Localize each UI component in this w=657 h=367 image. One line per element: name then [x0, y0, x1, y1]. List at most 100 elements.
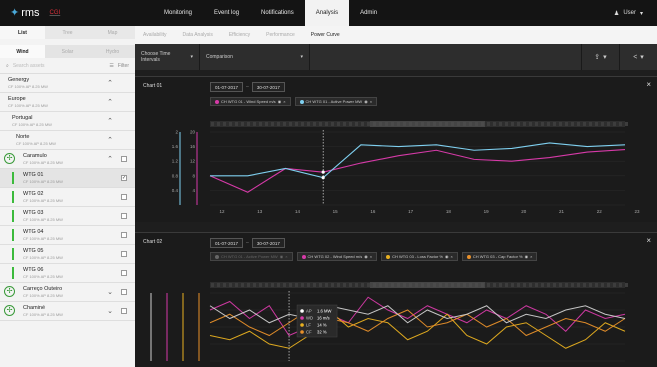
navigator-tick: [571, 122, 574, 126]
navigator-tick: [505, 283, 508, 287]
tab-wind[interactable]: Wind: [0, 45, 45, 58]
x-tick-label: 19: [484, 209, 490, 214]
nav-admin[interactable]: Admin: [349, 0, 388, 26]
tree-item[interactable]: ✢ Carreço Outeiro CF 100% AP 8.25 MW ⌄: [0, 283, 135, 302]
navigator-tick: [619, 122, 622, 126]
select-checkbox[interactable]: [121, 308, 127, 314]
navigator-tick: [313, 122, 316, 126]
navigator-tick: [529, 122, 532, 126]
navigator-tick: [265, 283, 268, 287]
chevron-down-icon[interactable]: ⌄: [107, 307, 113, 315]
navigator-tick: [259, 122, 262, 126]
chevron-up-icon[interactable]: ⌃: [107, 155, 113, 163]
tree-item[interactable]: WTG 06 CF 100% AP 8.25 MW: [0, 264, 135, 283]
select-checkbox[interactable]: [121, 289, 127, 295]
y-tick-label: 1.2: [172, 159, 179, 164]
chevron-up-icon[interactable]: ⌃: [107, 98, 113, 106]
tab-map[interactable]: Map: [90, 26, 135, 39]
nav-monitoring[interactable]: Monitoring: [153, 0, 203, 26]
navigator-tick: [349, 122, 352, 126]
tree-item[interactable]: WTG 05 CF 100% AP 8.25 MW: [0, 245, 135, 264]
navigator-tick: [541, 122, 544, 126]
user-menu[interactable]: ♟ User ▾: [614, 0, 643, 26]
y-tick-label: 8: [192, 173, 195, 178]
chevron-up-icon[interactable]: ⌃: [107, 79, 113, 87]
search-input[interactable]: Search assets: [13, 63, 106, 69]
view-tabs: List Tree Map: [0, 26, 135, 39]
select-checkbox[interactable]: [121, 232, 127, 238]
tree-item[interactable]: ✢ Caramulo CF 100% AP 8.25 MW ⌃: [0, 150, 135, 169]
export-button[interactable]: ⇪ ▾: [581, 44, 619, 70]
navigator-tick: [343, 283, 346, 287]
navigator-tick: [535, 122, 538, 126]
navigator-tick: [331, 283, 334, 287]
tooltip-key: CF: [306, 330, 312, 335]
navigator-tick: [223, 122, 226, 126]
filter-icon[interactable]: ☰: [109, 63, 113, 69]
tab-hydro[interactable]: Hydro: [90, 45, 135, 58]
tooltip-value: 14 %: [317, 323, 327, 328]
navigator-tick: [547, 283, 550, 287]
navigator-tick: [343, 122, 346, 126]
share-button[interactable]: < ▾: [619, 44, 657, 70]
navigator-tick: [301, 283, 304, 287]
tab-tree[interactable]: Tree: [45, 26, 90, 39]
chevron-up-icon[interactable]: ⌃: [107, 136, 113, 144]
tree-item[interactable]: Portugal CF 100% AP 8.25 MW ⌃: [0, 112, 135, 131]
y-tick-label: 1.6: [172, 144, 179, 149]
tree-item[interactable]: Genergy CF 100% AP 8.25 MW ⌃: [0, 74, 135, 93]
select-checkbox[interactable]: [121, 213, 127, 219]
navigator-tick: [607, 122, 610, 126]
tree-item-meta: CF 100% AP 8.25 MW: [23, 179, 63, 184]
select-checkbox[interactable]: ✓: [121, 175, 127, 181]
asset-search[interactable]: ⌕ Search assets ☰ Filter: [0, 58, 135, 74]
nav-notifications[interactable]: Notifications: [250, 0, 305, 26]
navigator-tick: [367, 283, 370, 287]
select-checkbox[interactable]: [121, 270, 127, 276]
navigator-tick: [337, 283, 340, 287]
chevron-up-icon[interactable]: ⌃: [107, 117, 113, 125]
navigator-tick: [607, 283, 610, 287]
tree-item[interactable]: Europe CF 100% AP 8.25 MW ⌃: [0, 93, 135, 112]
subnav-data-analysis[interactable]: Data Analysis: [175, 32, 221, 38]
tree-item[interactable]: ✢ Chaminé CF 100% AP 8.25 MW ⌄: [0, 302, 135, 321]
tree-item-name: WTG 04: [23, 229, 44, 235]
status-bar: [12, 267, 14, 279]
tree-item-meta: CF 100% AP 8.25 MW: [23, 274, 63, 279]
navigator-tick: [211, 122, 214, 126]
tree-item[interactable]: WTG 01 CF 100% AP 8.25 MW ✓: [0, 169, 135, 188]
app-logo[interactable]: ✦ rms CGI: [0, 7, 135, 19]
x-tick-label: 13: [257, 209, 263, 214]
nav-event-log[interactable]: Event log: [203, 0, 250, 26]
x-tick-label: 18: [446, 209, 452, 214]
tab-list[interactable]: List: [0, 26, 45, 39]
time-interval-dropdown[interactable]: Choose Time Intervals ▾: [135, 44, 200, 70]
tree-item[interactable]: WTG 04 CF 100% AP 8.25 MW: [0, 226, 135, 245]
select-checkbox[interactable]: [121, 194, 127, 200]
navigator-tick: [217, 283, 220, 287]
tree-item-meta: CF 100% AP 8.25 MW: [23, 217, 63, 222]
navigator-tick: [547, 122, 550, 126]
subnav-efficiency[interactable]: Efficiency: [221, 32, 258, 38]
tree-item-meta: CF 100% AP 8.25 MW: [23, 198, 63, 203]
navigator-tick: [265, 122, 268, 126]
y-tick-label: 12: [190, 159, 196, 164]
tree-item[interactable]: WTG 03 CF 100% AP 8.25 MW: [0, 207, 135, 226]
select-checkbox[interactable]: [121, 251, 127, 257]
select-checkbox[interactable]: [121, 156, 127, 162]
subnav-power-curve[interactable]: Power Curve: [303, 32, 348, 38]
chevron-down-icon[interactable]: ⌄: [107, 288, 113, 296]
subnav-performance[interactable]: Performance: [258, 32, 303, 38]
tree-item[interactable]: WTG 02 CF 100% AP 8.25 MW: [0, 188, 135, 207]
subnav-availability[interactable]: Availability: [135, 32, 175, 38]
nav-analysis[interactable]: Analysis: [304, 0, 350, 26]
navigator-tick: [313, 283, 316, 287]
comparison-dropdown[interactable]: Comparison ▾: [200, 44, 310, 70]
navigator-tick: [493, 283, 496, 287]
tab-solar[interactable]: Solar: [45, 45, 90, 58]
navigator-tick: [289, 122, 292, 126]
tree-item[interactable]: Norte CF 100% AP 8.25 MW ⌃: [0, 131, 135, 150]
status-bar: [12, 210, 14, 222]
navigator-tick: [511, 283, 514, 287]
navigator-tick: [541, 283, 544, 287]
